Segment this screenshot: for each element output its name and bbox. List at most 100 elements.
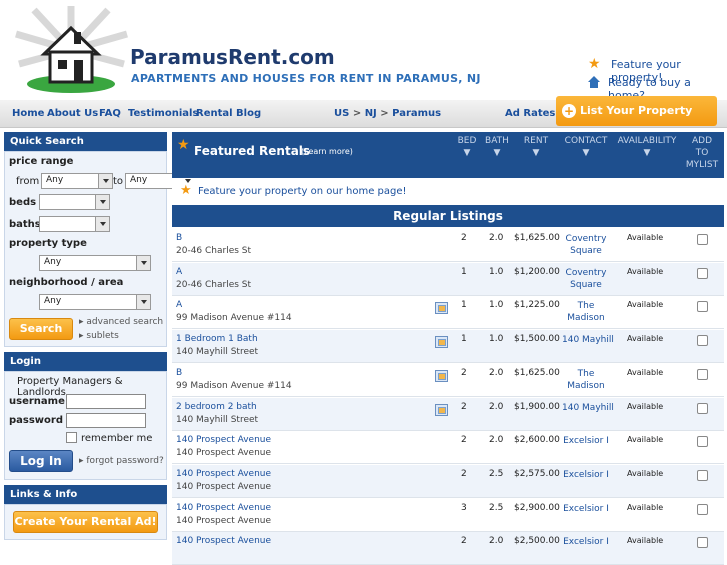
site-tagline: APARTMENTS AND HOUSES FOR RENT IN PARAMU… (131, 72, 481, 85)
listing-name-link[interactable]: 140 Prospect Avenue (176, 503, 271, 513)
listing-contact-link[interactable]: The Madison (562, 300, 610, 324)
add-to-mylist-checkbox[interactable] (697, 335, 708, 347)
add-to-mylist-checkbox[interactable] (697, 537, 708, 549)
add-to-mylist-checkbox[interactable] (697, 503, 708, 515)
forgot-password-link[interactable]: ▸ forgot password? (79, 456, 164, 466)
listing-availability: Available (627, 334, 664, 344)
listing-availability: Available (627, 300, 664, 310)
listing-contact-link[interactable]: 140 Mayhill (562, 334, 614, 346)
listing-rent: $2,575.00 (514, 468, 560, 479)
col-rent[interactable]: RENT ▼ (520, 135, 552, 159)
breadcrumb: US > NJ > Paramus (334, 108, 441, 119)
listing-contact-link[interactable]: Excelsior I (562, 435, 610, 447)
listing-name-link[interactable]: 2 bedroom 2 bath (176, 402, 257, 412)
col-availability[interactable]: AVAILABILITY ▼ (616, 135, 678, 159)
site-header: ParamusRent.com APARTMENTS AND HOUSES FO… (0, 0, 727, 102)
sublets-link[interactable]: ▸ sublets (79, 331, 119, 341)
remember-checkbox[interactable] (66, 432, 77, 443)
listing-availability: Available (627, 401, 664, 411)
property-type-select[interactable]: Any (39, 255, 151, 271)
table-row: 140 Prospect Avenue 140 Prospect Avenue 2 2… (172, 431, 724, 465)
listing-address: 140 Mayhill Street (176, 414, 259, 425)
nav-ad-rates[interactable]: Ad Rates (505, 108, 555, 119)
remember-label: remember me (81, 433, 153, 444)
col-bath[interactable]: BATH ▼ (483, 135, 511, 159)
add-to-mylist-checkbox[interactable] (697, 234, 708, 245)
listing-name-link[interactable]: 140 Prospect Avenue (176, 435, 271, 445)
listing-bed: 1 (461, 334, 467, 345)
star-icon: ★ (180, 183, 192, 198)
table-row: 1 Bedroom 1 Bath 140 Mayhill Street 1 1.0 $1… (172, 330, 724, 364)
listing-bed: 2 (461, 401, 467, 412)
photo-icon[interactable] (435, 302, 448, 315)
login-button[interactable]: Log In (9, 450, 73, 472)
neighborhood-select[interactable]: Any (39, 294, 151, 310)
listing-bath: 2.0 (489, 367, 504, 378)
add-to-mylist-checkbox[interactable] (697, 402, 708, 414)
listing-contact-link[interactable]: Excelsior I (562, 469, 610, 481)
add-to-mylist-checkbox[interactable] (697, 469, 708, 481)
add-to-mylist-checkbox[interactable] (697, 267, 708, 279)
sidebar: Quick Search price range from Any to Any… (4, 132, 195, 545)
nav-home[interactable]: Home (12, 108, 44, 119)
breadcrumb-us[interactable]: US (334, 108, 349, 119)
listing-name-link[interactable]: A (176, 300, 182, 310)
add-to-mylist-checkbox[interactable] (697, 436, 708, 448)
price-from-select[interactable]: Any (41, 173, 113, 189)
add-to-mylist-checkbox[interactable] (697, 368, 708, 380)
listing-address: 140 Mayhill Street (176, 347, 259, 358)
listing-bed: 3 (461, 502, 467, 513)
photo-icon[interactable] (435, 336, 448, 349)
nav-testimonials[interactable]: Testimonials (128, 108, 198, 119)
listing-name-link[interactable]: B (176, 368, 182, 378)
site-title[interactable]: ParamusRent.com (130, 45, 335, 69)
listing-contact-link[interactable]: The Madison (562, 368, 610, 392)
listing-bed: 1 (461, 266, 467, 277)
listing-address: 99 Madison Avenue #114 (176, 380, 292, 391)
listing-contact-link[interactable]: Coventry Square (562, 233, 610, 257)
links-info-panel: Create Your Rental Ad! (4, 504, 167, 540)
listing-availability: Available (627, 435, 664, 445)
advanced-search-link[interactable]: ▸ advanced search (79, 317, 163, 327)
listing-bath: 2.0 (489, 435, 504, 446)
listing-bed: 2 (461, 468, 467, 479)
username-label: username (9, 396, 65, 407)
quick-search-title: Quick Search (4, 132, 167, 151)
photo-icon[interactable] (435, 403, 448, 416)
listing-name-link[interactable]: B (176, 233, 182, 243)
listing-contact-link[interactable]: Excelsior I (562, 503, 610, 515)
beds-select[interactable] (39, 194, 110, 210)
listing-contact-link[interactable]: 140 Mayhill (562, 402, 614, 414)
nav-about-us[interactable]: About Us (47, 108, 98, 119)
listing-bed: 2 (461, 435, 467, 446)
table-row: B 99 Madison Avenue #114 2 2.0 $1,625.00 The M… (172, 364, 724, 397)
home-icon (588, 76, 600, 88)
list-property-button[interactable]: + List Your Property HERE! (556, 96, 717, 147)
listing-contact-link[interactable]: Coventry Square (562, 267, 610, 291)
listing-name-link[interactable]: A (176, 267, 182, 277)
search-button[interactable]: Search (9, 318, 73, 340)
listing-address: 99 Madison Avenue #114 (176, 313, 292, 324)
listing-contact-link[interactable]: Excelsior I (562, 536, 610, 548)
password-input[interactable] (66, 413, 146, 428)
house-logo-icon[interactable] (14, 4, 129, 96)
nav-rental-blog[interactable]: Rental Blog (196, 108, 261, 119)
baths-select[interactable] (39, 216, 110, 232)
photo-icon[interactable] (435, 369, 448, 382)
col-contact[interactable]: CONTACT ▼ (562, 135, 610, 159)
username-input[interactable] (66, 394, 146, 409)
listing-rent: $1,900.00 (514, 401, 560, 412)
learn-more-link[interactable]: (Learn more) (301, 147, 353, 156)
listing-name-link[interactable]: 1 Bedroom 1 Bath (176, 334, 258, 344)
breadcrumb-nj[interactable]: NJ (365, 108, 377, 119)
listing-name-link[interactable]: 140 Prospect Avenue (176, 469, 271, 479)
breadcrumb-paramus[interactable]: Paramus (392, 108, 441, 119)
col-bed[interactable]: BED ▼ (455, 135, 479, 159)
create-rental-ad-button[interactable]: Create Your Rental Ad! (13, 511, 158, 533)
listings-main: ★ Featured Rentals (Learn more) BED ▼ BAT… (172, 132, 724, 565)
add-to-mylist-checkbox[interactable] (697, 301, 708, 313)
price-range-label: price range (9, 156, 74, 167)
listing-address: 140 Prospect Avenue (176, 448, 272, 459)
feature-home-link[interactable]: Feature your property on our home page! (198, 186, 407, 197)
nav-faq[interactable]: FAQ (99, 108, 121, 119)
